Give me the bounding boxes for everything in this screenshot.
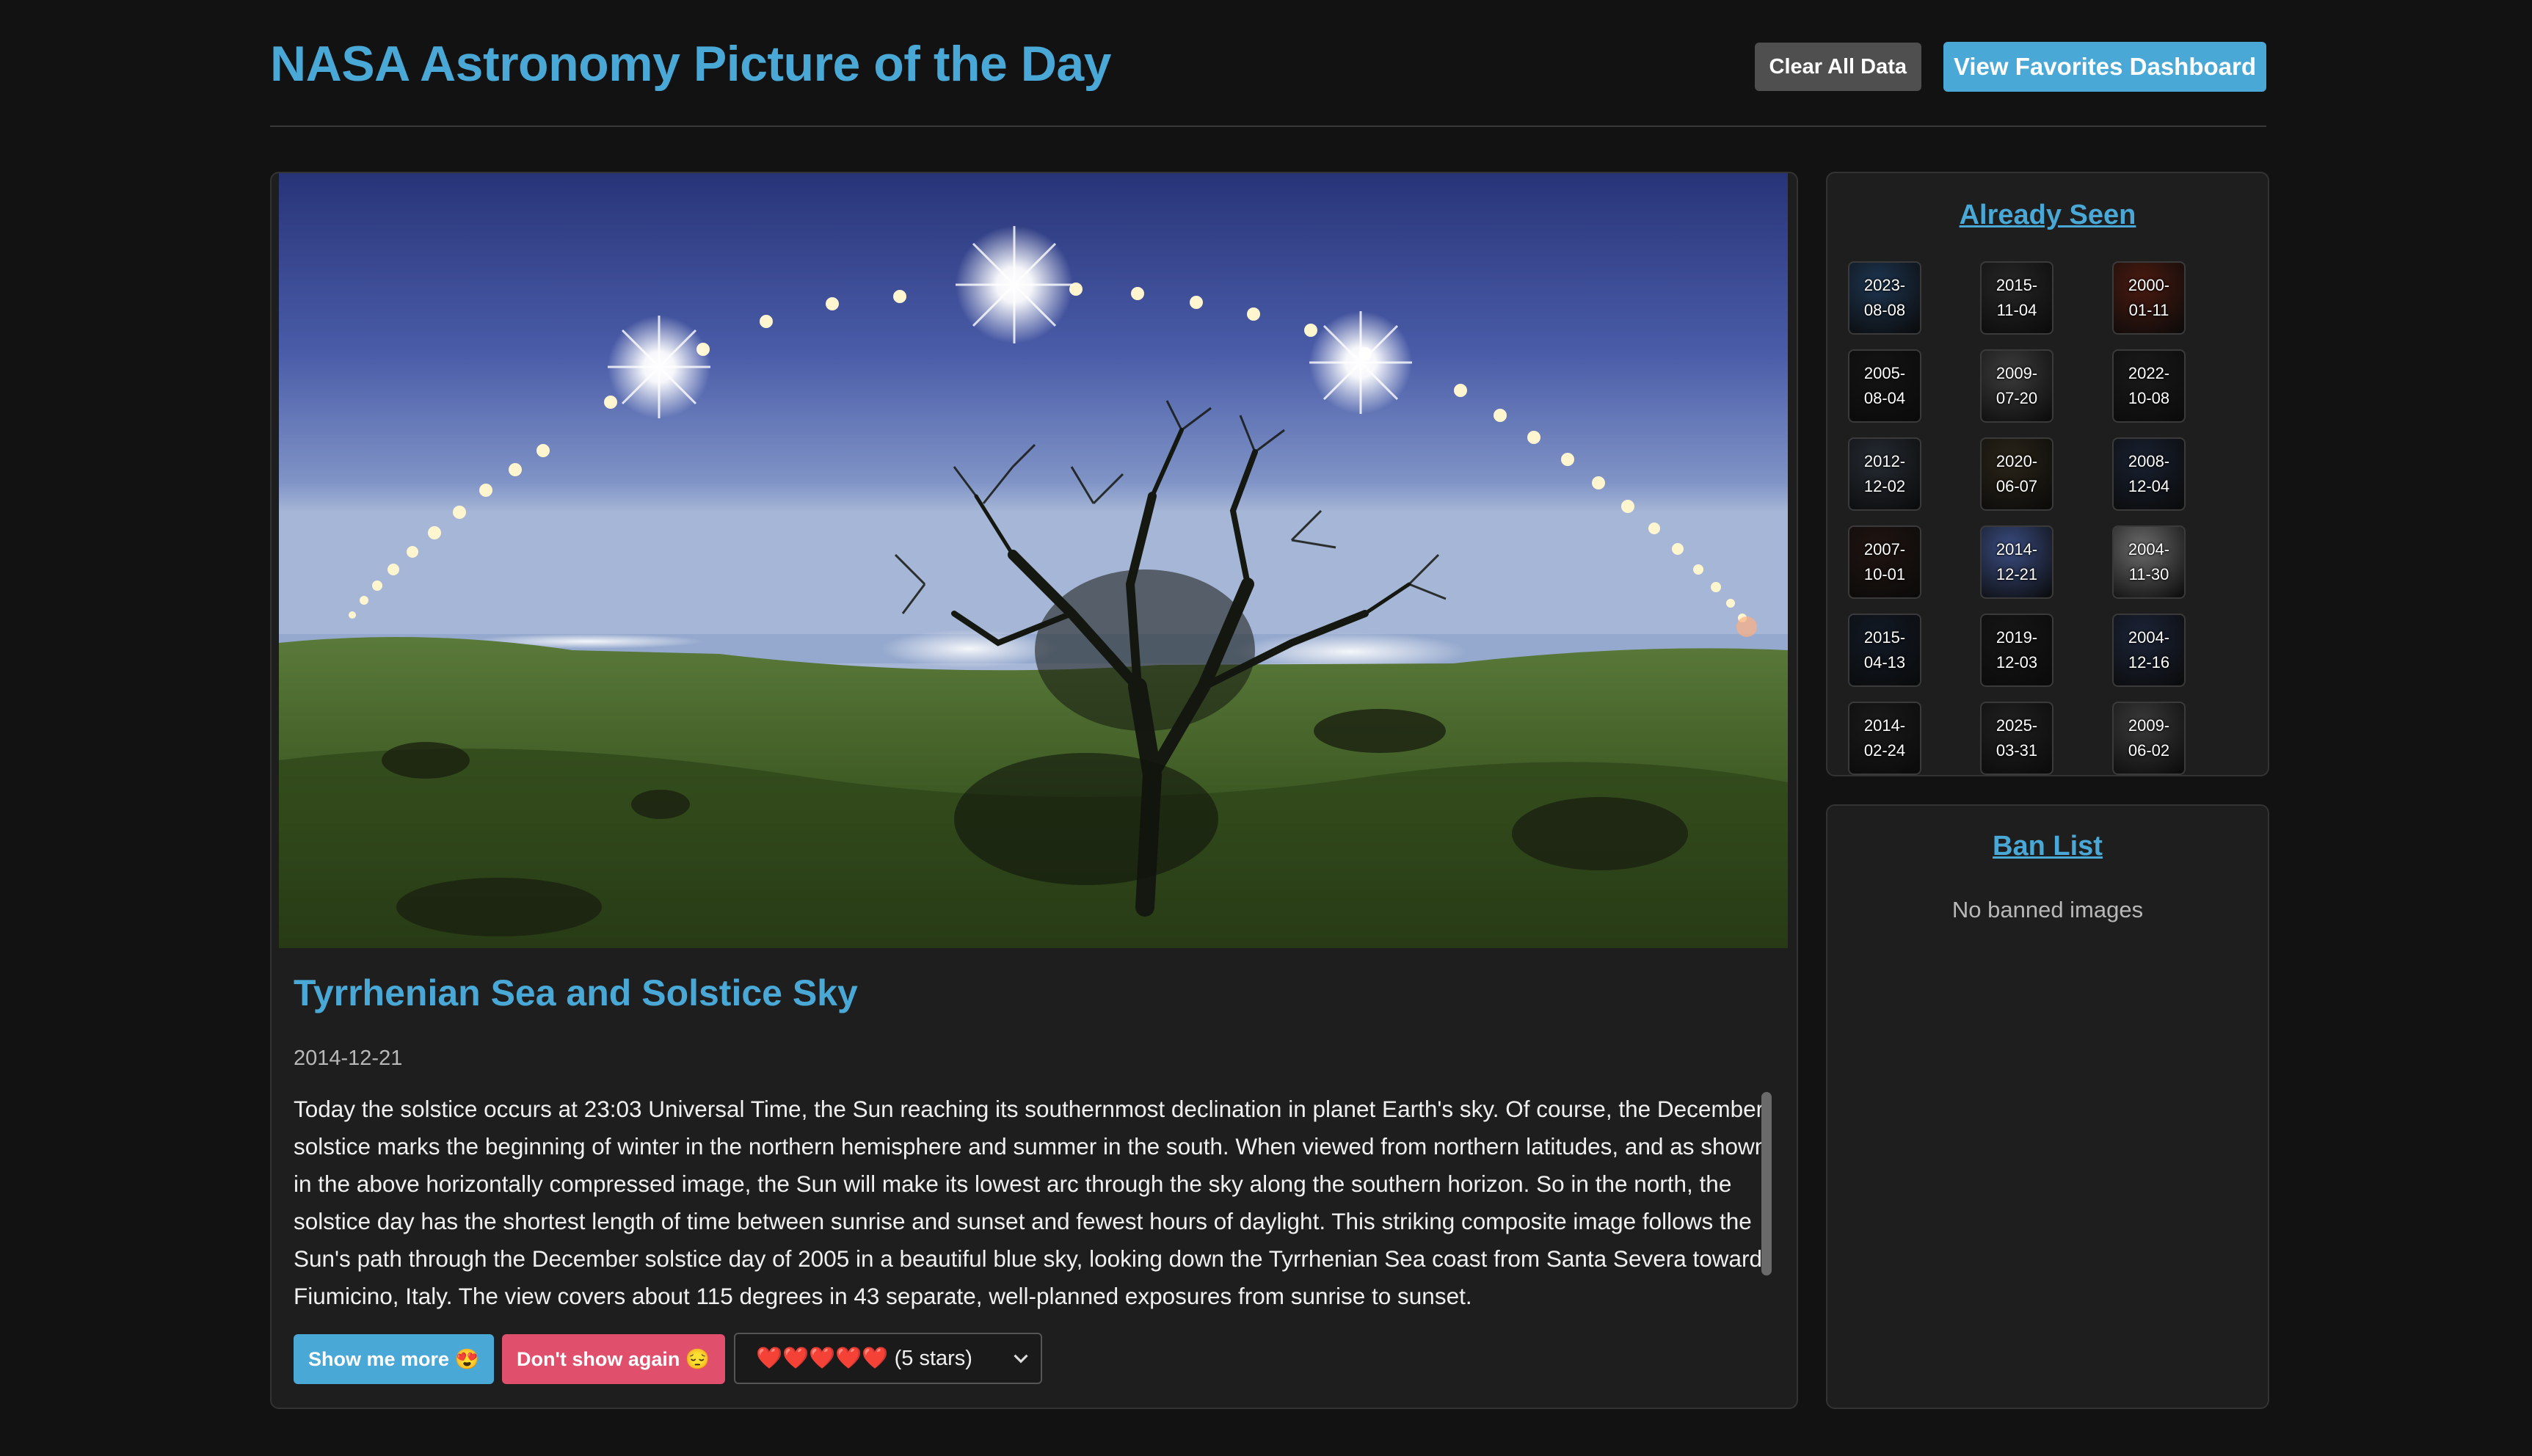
seen-date: 2008- 12-04 <box>2128 452 2170 495</box>
seen-date: 2005- 08-04 <box>1863 364 1906 407</box>
seen-date: 2025- 03-31 <box>1996 716 2038 760</box>
seen-date: 2004- 11-30 <box>2128 540 2170 583</box>
apod-date: 2014-12-21 <box>294 1046 403 1070</box>
rating-select[interactable]: ❤️❤️❤️❤️❤️ (5 stars) <box>734 1333 1042 1384</box>
show-more-button[interactable]: Show me more 😍 <box>294 1334 495 1384</box>
seen-thumb[interactable]: 2019- 12-03 <box>1980 614 2053 687</box>
seen-date: 2023- 08-08 <box>1863 276 1906 319</box>
apod-title: Tyrrhenian Sea and Solstice Sky <box>294 972 858 1013</box>
seen-thumb[interactable]: 2025- 03-31 <box>1980 702 2053 775</box>
seen-date: 2009- 06-02 <box>2128 716 2170 760</box>
seen-thumb[interactable]: 2000- 01-11 <box>2112 261 2186 335</box>
seen-thumb[interactable]: 2020- 06-07 <box>1980 437 2053 511</box>
seen-thumb[interactable]: 2015- 11-04 <box>1980 261 2053 335</box>
seen-date: 2022- 10-08 <box>2128 364 2170 407</box>
seen-date: 2014- 12-21 <box>1996 540 2038 583</box>
seen-date: 2015- 11-04 <box>1996 276 2038 319</box>
ban-list-empty: No banned images <box>1951 897 2144 922</box>
apod-explanation-scroll[interactable]: Today the solstice occurs at 23:03 Unive… <box>294 1091 1769 1311</box>
seen-thumb[interactable]: 2023- 08-08 <box>1848 261 1921 335</box>
already-seen-title[interactable]: Already Seen <box>1827 200 2268 231</box>
seen-thumb[interactable]: 2009- 06-02 <box>2112 702 2186 775</box>
seen-thumb[interactable]: 2008- 12-04 <box>2112 437 2186 511</box>
seen-date: 2004- 12-16 <box>2128 628 2170 671</box>
seen-thumb[interactable]: 2004- 12-16 <box>2112 614 2186 687</box>
seen-thumb[interactable]: 2014- 12-21 <box>1980 525 2053 599</box>
header: NASA Astronomy Picture of the Day Clear … <box>270 29 2266 126</box>
seen-thumb[interactable]: 2015- 04-13 <box>1848 614 1921 687</box>
chevron-down-icon <box>1008 1346 1033 1377</box>
rating-value: ❤️❤️❤️❤️❤️ (5 stars) <box>756 1347 972 1370</box>
seen-date: 2012- 12-02 <box>1863 452 1906 495</box>
ban-list-title[interactable]: Ban List <box>1827 831 2268 862</box>
seen-thumb[interactable]: 2014- 02-24 <box>1848 702 1921 775</box>
seen-thumb[interactable]: 2007- 10-01 <box>1848 525 1921 599</box>
header-divider <box>270 125 2266 127</box>
seen-thumb[interactable]: 2005- 08-04 <box>1848 349 1921 423</box>
seen-date: 2014- 02-24 <box>1863 716 1906 760</box>
clear-all-data-button[interactable]: Clear All Data <box>1754 43 1921 91</box>
apod-explanation: Today the solstice occurs at 23:03 Unive… <box>294 1096 1768 1309</box>
seen-thumb[interactable]: 2022- 10-08 <box>2112 349 2186 423</box>
ban-list-panel: Ban List No banned images <box>1826 804 2269 1409</box>
apod-card: Tyrrhenian Sea and Solstice Sky 2014-12-… <box>270 172 1798 1409</box>
already-seen-panel: Already Seen 2023- 08-08 2015- 11-04 2000-… <box>1826 172 2269 776</box>
seen-thumb[interactable]: 2012- 12-02 <box>1848 437 1921 511</box>
seen-date: 2015- 04-13 <box>1863 628 1906 671</box>
seen-date: 2020- 06-07 <box>1996 452 2038 495</box>
seen-date: 2000- 01-11 <box>2128 276 2170 319</box>
explanation-scrollbar[interactable] <box>1761 1092 1772 1275</box>
page-title: NASA Astronomy Picture of the Day <box>270 36 1111 92</box>
view-favorites-button[interactable]: View Favorites Dashboard <box>1943 42 2266 92</box>
apod-image[interactable] <box>279 173 1788 948</box>
seen-date: 2009- 07-20 <box>1996 364 2038 407</box>
seen-thumb[interactable]: 2004- 11-30 <box>2112 525 2186 599</box>
seen-thumb[interactable]: 2009- 07-20 <box>1980 349 2053 423</box>
seen-date: 2019- 12-03 <box>1996 628 2038 671</box>
dont-show-again-button[interactable]: Don't show again 😔 <box>502 1334 725 1384</box>
seen-date: 2007- 10-01 <box>1863 540 1906 583</box>
